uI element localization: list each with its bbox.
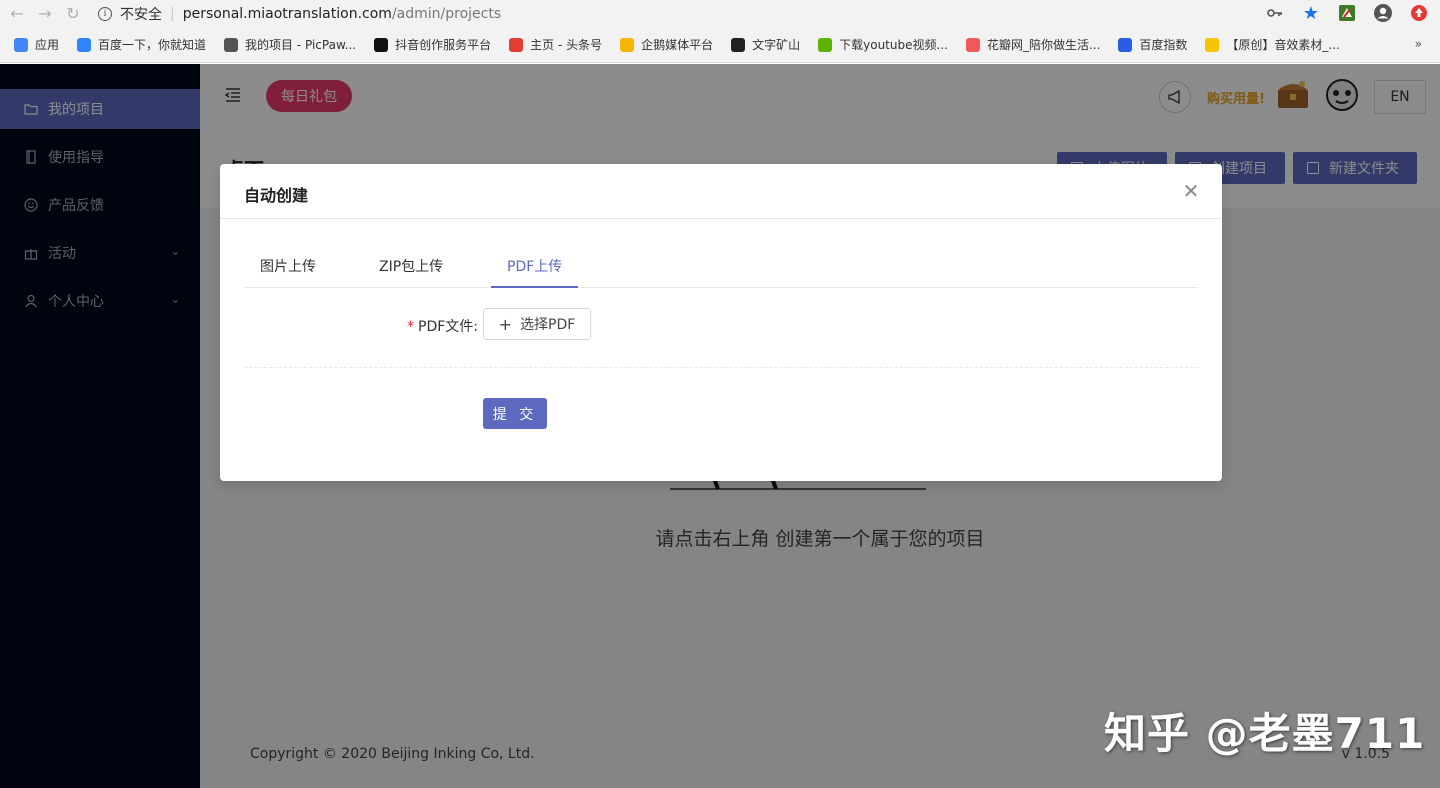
bookmark-item[interactable]: 文字矿山 bbox=[731, 36, 800, 53]
browser-address-bar: ← → ↻ i 不安全 | personal.miaotranslation.c… bbox=[0, 0, 1440, 27]
favicon-icon bbox=[374, 37, 389, 52]
bookmark-item[interactable]: 百度指数 bbox=[1118, 36, 1187, 53]
pdf-file-label-text: PDF文件: bbox=[418, 319, 478, 335]
pdf-file-label: * PDF文件: bbox=[407, 316, 478, 336]
browser-actions: ★ bbox=[1264, 2, 1430, 24]
bookmark-item[interactable]: 我的项目 - PicPaw... bbox=[224, 36, 356, 53]
pdf-file-row: * PDF文件: + 选择PDF bbox=[244, 308, 1198, 342]
modal-title: 自动创建 bbox=[244, 186, 309, 205]
bookmark-label: 企鹅媒体平台 bbox=[641, 38, 714, 52]
select-pdf-label: 选择PDF bbox=[520, 317, 576, 333]
favicon-icon bbox=[965, 37, 980, 52]
favicon-icon bbox=[77, 37, 92, 52]
favicon-icon bbox=[1205, 37, 1220, 52]
favicon-icon bbox=[818, 37, 833, 52]
favicon-icon bbox=[1118, 37, 1133, 52]
bookmark-item[interactable]: 应用 bbox=[14, 36, 59, 53]
bookmark-label: 我的项目 - PicPaw... bbox=[245, 38, 357, 52]
bookmark-label: 百度一下，你就知道 bbox=[98, 38, 207, 52]
url-path: /admin/projects bbox=[391, 5, 502, 22]
bookmark-item[interactable]: 企鹅媒体平台 bbox=[620, 36, 713, 53]
key-icon[interactable] bbox=[1264, 2, 1286, 24]
tab-zip-upload[interactable]: ZIP包上传 bbox=[363, 256, 459, 288]
update-icon[interactable] bbox=[1408, 2, 1430, 24]
bookmark-label: 百度指数 bbox=[1139, 38, 1188, 52]
close-icon[interactable]: ✕ bbox=[1178, 178, 1204, 204]
bookmark-item[interactable]: 下载youtube视频... bbox=[818, 36, 948, 53]
extension-icon[interactable] bbox=[1336, 2, 1358, 24]
favicon-icon bbox=[731, 37, 746, 52]
favicon-icon bbox=[620, 37, 635, 52]
apps-icon bbox=[14, 37, 28, 52]
star-icon[interactable]: ★ bbox=[1300, 2, 1322, 24]
favicon-icon bbox=[224, 37, 239, 52]
profile-icon[interactable] bbox=[1372, 2, 1394, 24]
watermark: 知乎 @老墨711 bbox=[1104, 709, 1426, 758]
forward-icon[interactable]: → bbox=[34, 3, 56, 25]
security-label: 不安全 bbox=[120, 6, 162, 23]
favicon-icon bbox=[509, 37, 524, 52]
bookmark-label: 下载youtube视频... bbox=[839, 38, 948, 52]
bookmark-label: 主页 - 头条号 bbox=[530, 38, 603, 52]
tab-image-upload[interactable]: 图片上传 bbox=[244, 256, 332, 288]
auto-create-modal: 自动创建 ✕ 图片上传 ZIP包上传 PDF上传 * PDF文件: + 选择PDF… bbox=[220, 164, 1222, 481]
select-pdf-button[interactable]: + 选择PDF bbox=[483, 308, 591, 340]
submit-button[interactable]: 提 交 bbox=[483, 398, 547, 429]
bookmark-item[interactable]: 抖音创作服务平台 bbox=[374, 36, 491, 53]
url-field[interactable]: i 不安全 | personal.miaotranslation.com/adm… bbox=[98, 2, 501, 26]
bookmark-item[interactable]: 主页 - 头条号 bbox=[509, 36, 602, 53]
upload-tabs: 图片上传 ZIP包上传 PDF上传 bbox=[244, 248, 1198, 288]
plus-icon: + bbox=[498, 314, 513, 334]
reload-icon[interactable]: ↻ bbox=[62, 3, 84, 25]
bookmark-label: 文字矿山 bbox=[752, 38, 801, 52]
bookmark-label: 花瓣网_陪你做生活... bbox=[986, 38, 1101, 52]
bookmark-item[interactable]: 百度一下，你就知道 bbox=[77, 36, 206, 53]
bookmark-item[interactable]: 【原创】音效素材_... bbox=[1205, 36, 1340, 53]
back-icon[interactable]: ← bbox=[6, 3, 28, 25]
bookmarks-more-icon[interactable]: » bbox=[1415, 37, 1422, 51]
info-icon[interactable]: i bbox=[98, 6, 112, 21]
divider bbox=[244, 367, 1198, 368]
url-separator: | bbox=[170, 5, 175, 22]
bookmark-item[interactable]: 花瓣网_陪你做生活... bbox=[965, 36, 1101, 53]
bookmark-label: 应用 bbox=[35, 38, 60, 52]
bookmarks-bar: 应用 百度一下，你就知道 我的项目 - PicPaw... 抖音创作服务平台 主页 - … bbox=[0, 27, 1440, 63]
bookmark-label: 抖音创作服务平台 bbox=[395, 38, 492, 52]
modal-header: 自动创建 ✕ bbox=[220, 164, 1222, 219]
url-host: personal.miaotranslation.com bbox=[182, 5, 392, 22]
bookmark-label: 【原创】音效素材_... bbox=[1226, 38, 1340, 52]
tab-pdf-upload[interactable]: PDF上传 bbox=[491, 256, 579, 288]
required-mark: * bbox=[407, 319, 414, 335]
